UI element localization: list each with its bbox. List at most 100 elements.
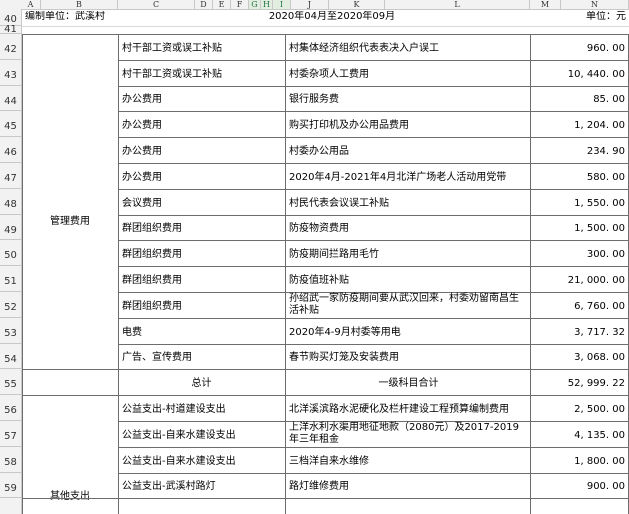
column-header-e[interactable]: E: [213, 0, 231, 9]
detail-cell[interactable]: 村民代表会议误工补贴: [289, 189, 528, 215]
column-header-i[interactable]: I: [273, 0, 291, 9]
detail-cell[interactable]: 北洋溪滨路水泥硬化及栏杆建设工程预算编制费用: [289, 395, 528, 421]
column-header-m[interactable]: M: [530, 0, 561, 9]
row-header-53[interactable]: 53: [0, 318, 21, 344]
period-cell[interactable]: 2020年04月至2020年09月: [202, 11, 462, 23]
column-border: [118, 34, 119, 514]
section-label-management[interactable]: 管理费用: [22, 215, 118, 229]
column-border: [22, 34, 23, 514]
column-header-k[interactable]: K: [329, 0, 385, 9]
row-header-46[interactable]: 46: [0, 137, 21, 163]
section-label-other[interactable]: 其他支出: [22, 490, 118, 504]
category-cell[interactable]: 办公费用: [122, 86, 283, 111]
row-header-55[interactable]: 55: [0, 369, 21, 395]
amount-cell[interactable]: 300. 00: [532, 240, 625, 266]
detail-cell[interactable]: 三档洋自来水维修: [289, 447, 528, 473]
column-header-l[interactable]: L: [385, 0, 530, 9]
detail-cell[interactable]: 上洋水利水渠用地征地款（2080元）及2017-2019年三年租金: [289, 421, 528, 447]
category-cell[interactable]: 公益支出-村道建设支出: [122, 395, 283, 421]
gridline: [22, 26, 629, 27]
amount-cell[interactable]: 960. 00: [532, 34, 625, 60]
column-header-b[interactable]: B: [41, 0, 118, 9]
column-header-h[interactable]: H: [261, 0, 273, 9]
amount-cell[interactable]: 3, 717. 32: [532, 318, 625, 344]
category-cell[interactable]: 群团组织费用: [122, 266, 283, 292]
currency-cell[interactable]: 单位：元: [562, 11, 626, 23]
row-header-51[interactable]: 51: [0, 266, 21, 292]
amount-cell[interactable]: 1, 800. 00: [532, 447, 625, 473]
row-header-42[interactable]: 42: [0, 34, 21, 60]
row-header-44[interactable]: 44: [0, 86, 21, 111]
detail-cell[interactable]: 2020年4-9月村委等用电: [289, 318, 528, 344]
amount-cell[interactable]: 85. 00: [532, 86, 625, 111]
column-header-f[interactable]: F: [231, 0, 249, 9]
amount-cell[interactable]: 52, 999. 22: [532, 369, 625, 395]
column-header-c[interactable]: C: [118, 0, 195, 9]
column-header-n[interactable]: N: [561, 0, 629, 9]
row-border: [22, 498, 629, 499]
row-header-45[interactable]: 45: [0, 111, 21, 137]
detail-cell[interactable]: 防疫物资费用: [289, 215, 528, 240]
category-cell[interactable]: 村干部工资或误工补贴: [122, 34, 283, 60]
row-header-bar: 40 41 42 43 44 45 46 47 48 49 50 51 52 53 54 55 56 57 58 59: [0, 9, 22, 514]
column-border: [530, 34, 531, 514]
category-cell[interactable]: 公益支出-武溪村路灯: [122, 473, 283, 498]
row-header-50[interactable]: 50: [0, 240, 21, 266]
amount-cell[interactable]: 1, 500. 00: [532, 215, 625, 240]
row-header-56[interactable]: 56: [0, 395, 21, 421]
column-header-a[interactable]: A: [21, 0, 41, 9]
detail-cell[interactable]: 防疫期间拦路用毛竹: [289, 240, 528, 266]
detail-cell[interactable]: 一级科目合计: [289, 369, 528, 395]
category-cell[interactable]: 电费: [122, 318, 283, 344]
detail-cell[interactable]: 银行服务费: [289, 86, 528, 111]
category-cell[interactable]: 群团组织费用: [122, 215, 283, 240]
column-header-j[interactable]: J: [291, 0, 329, 9]
category-cell[interactable]: 办公费用: [122, 163, 283, 189]
amount-cell[interactable]: 580. 00: [532, 163, 625, 189]
detail-cell[interactable]: 防疫值班补贴: [289, 266, 528, 292]
detail-cell[interactable]: 村集体经济组织代表表决入户误工: [289, 34, 528, 60]
category-cell[interactable]: 群团组织费用: [122, 292, 283, 318]
row-header-57[interactable]: 57: [0, 421, 21, 447]
row-header-43[interactable]: 43: [0, 60, 21, 86]
detail-cell[interactable]: 孙绍武一家防疫期间要从武汉回来，村委劝留南昌生活补贴: [289, 292, 528, 318]
total-label-cell[interactable]: 总计: [118, 369, 285, 395]
detail-cell[interactable]: 路灯维修费用: [289, 473, 528, 498]
amount-cell[interactable]: 3, 068. 00: [532, 344, 625, 369]
amount-cell[interactable]: 1, 550. 00: [532, 189, 625, 215]
category-cell[interactable]: 办公费用: [122, 111, 283, 137]
amount-cell[interactable]: 2, 500. 00: [532, 395, 625, 421]
category-cell[interactable]: 村干部工资或误工补贴: [122, 60, 283, 86]
row-header-59[interactable]: 59: [0, 473, 21, 498]
detail-cell[interactable]: 村委办公用品: [289, 137, 528, 163]
unit-label-cell[interactable]: 编制单位：武溪村: [25, 11, 215, 23]
detail-cell[interactable]: 2020年4月-2021年4月北洋广场老人活动用党带: [289, 163, 528, 189]
amount-cell[interactable]: 1, 204. 00: [532, 111, 625, 137]
detail-cell[interactable]: 购买打印机及办公用品费用: [289, 111, 528, 137]
category-cell[interactable]: 会议费用: [122, 189, 283, 215]
row-header-52[interactable]: 52: [0, 292, 21, 318]
category-cell[interactable]: 公益支出-自来水建设支出: [122, 421, 283, 447]
column-header-g[interactable]: G: [249, 0, 261, 9]
amount-cell[interactable]: 6, 760. 00: [532, 292, 625, 318]
amount-cell[interactable]: 900. 00: [532, 473, 625, 498]
spreadsheet-grid: 编制单位：武溪村 2020年04月至2020年09月 单位：元 管理费用 其他支…: [22, 9, 629, 514]
detail-cell[interactable]: 村委杂项人工费用: [289, 60, 528, 86]
column-border: [285, 34, 286, 514]
row-header-47[interactable]: 47: [0, 163, 21, 189]
category-cell[interactable]: 群团组织费用: [122, 240, 283, 266]
row-header-48[interactable]: 48: [0, 189, 21, 215]
row-header-58[interactable]: 58: [0, 447, 21, 473]
amount-cell[interactable]: 10, 440. 00: [532, 60, 625, 86]
column-header-d[interactable]: D: [195, 0, 213, 9]
category-cell[interactable]: 办公费用: [122, 137, 283, 163]
row-header-54[interactable]: 54: [0, 344, 21, 369]
category-cell[interactable]: 公益支出-自来水建设支出: [122, 447, 283, 473]
amount-cell[interactable]: 21, 000. 00: [532, 266, 625, 292]
row-header-41[interactable]: 41: [0, 25, 21, 35]
row-header-49[interactable]: 49: [0, 215, 21, 240]
amount-cell[interactable]: 234. 90: [532, 137, 625, 163]
detail-cell[interactable]: 春节购买灯笼及安装费用: [289, 344, 528, 369]
amount-cell[interactable]: 4, 135. 00: [532, 421, 625, 447]
category-cell[interactable]: 广告、宣传费用: [122, 344, 283, 369]
